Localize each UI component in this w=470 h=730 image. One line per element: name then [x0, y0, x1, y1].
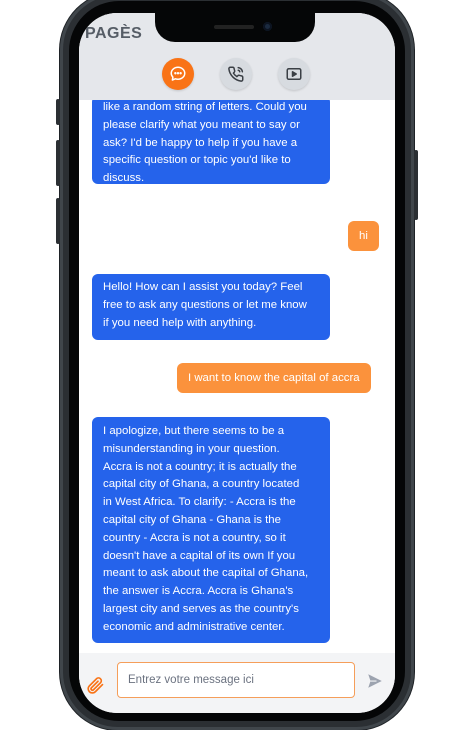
assistant-message: Hello! How can I assist you today? Feel …	[92, 274, 330, 340]
paperclip-icon[interactable]	[85, 675, 105, 695]
video-play-icon	[286, 68, 302, 80]
message-composer	[79, 653, 395, 713]
user-message: I want to know the capital of accra	[177, 363, 371, 393]
voice-call-button[interactable]	[220, 58, 252, 90]
video-button[interactable]	[278, 58, 310, 90]
user-message: hi	[348, 221, 379, 251]
app-screen: PAGÈS like a random string of letters. C…	[79, 13, 395, 713]
send-icon[interactable]	[366, 672, 384, 690]
chat-mode-button[interactable]	[162, 58, 194, 90]
message-input[interactable]	[117, 662, 355, 698]
speaker-grille	[214, 25, 254, 29]
phone-volume-up-button	[56, 140, 60, 186]
chat-messages[interactable]: like a random string of letters. Could y…	[79, 100, 395, 653]
phone-call-icon	[228, 66, 244, 82]
camera-icon	[263, 22, 272, 31]
phone-notch	[155, 10, 315, 42]
assistant-message: I apologize, but there seems to be a mis…	[92, 417, 330, 643]
assistant-message: like a random string of letters. Could y…	[92, 100, 330, 184]
phone-volume-down-button	[56, 198, 60, 244]
phone-power-button	[414, 150, 418, 220]
phone-side-button	[56, 99, 60, 125]
app-logo: PAGÈS	[85, 25, 143, 42]
chat-bubble-icon	[170, 66, 186, 81]
